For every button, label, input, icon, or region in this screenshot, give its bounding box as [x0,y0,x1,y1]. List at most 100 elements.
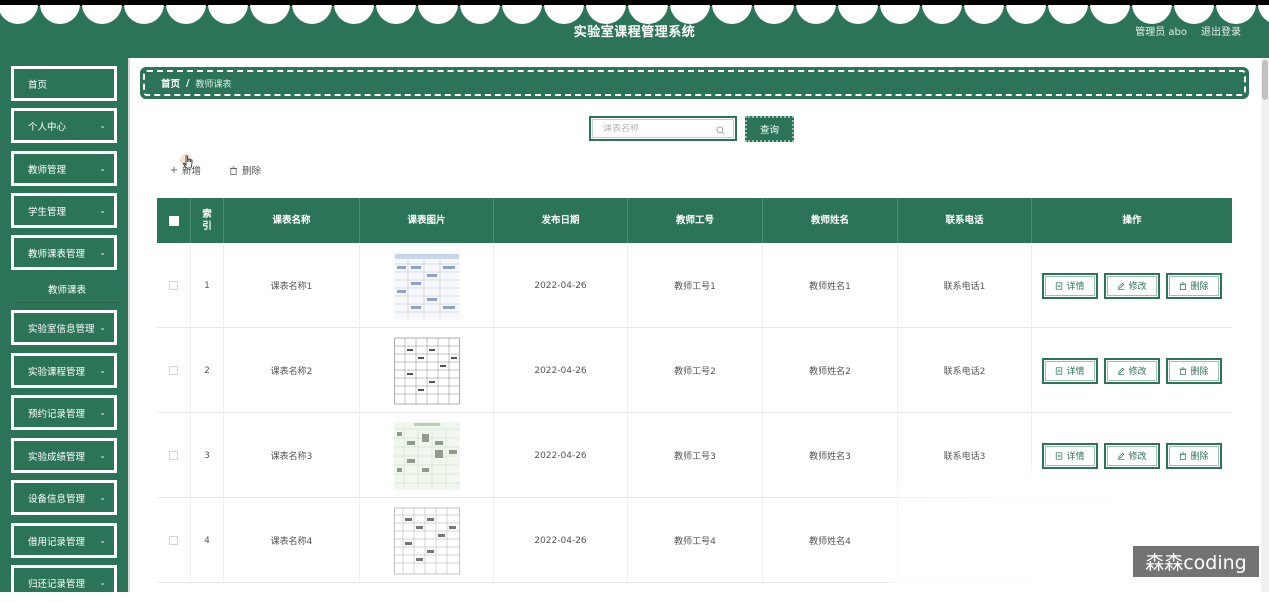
page-scrollbar-thumb[interactable] [1262,60,1268,100]
column-header-actions: 操作 [1122,214,1142,226]
sidebar-item-borrow-records[interactable]: 借用记录管理 ⌄ [11,523,117,558]
row-schedule-name: 课表名称3 [224,413,360,498]
table-header: 索引 课表名称 课表图片 发布日期 教师工号 教师姓名 联系电话 操作 [157,198,1232,243]
chevron-down-icon: ⌄ [99,408,106,417]
detail-button[interactable]: 详情 [1042,357,1098,384]
row-phone: 联系电话1 [898,243,1032,328]
edit-icon [1118,282,1125,290]
schedule-thumbnail[interactable] [393,251,460,320]
page-scrollbar[interactable] [1261,58,1269,592]
chevron-down-icon: ⌄ [99,366,106,375]
chevron-down-icon: ⌄ [99,248,106,257]
row-teacher-no: 教师工号1 [628,243,763,328]
batch-delete-button[interactable]: 删除 [229,163,261,177]
chevron-down-icon: ⌄ [99,451,106,460]
sidebar-item-label: 预约记录管理 [28,408,86,420]
schedule-thumbnail[interactable] [393,336,460,405]
chevron-down-icon: ⌄ [99,164,106,173]
detail-button-label: 详情 [1066,452,1085,462]
edit-button[interactable]: 修改 [1104,357,1160,384]
sidebar-item-label: 学生管理 [28,206,67,218]
edit-button[interactable]: 修改 [1104,442,1160,469]
detail-button-label: 详情 [1066,282,1085,292]
row-teacher-name: 教师姓名3 [763,413,898,498]
row-schedule-name: 课表名称4 [224,498,360,583]
row-checkbox[interactable] [169,366,178,375]
delete-button[interactable]: 删除 [1166,357,1222,384]
sidebar-item-student-management[interactable]: 学生管理 ⌄ [11,193,117,228]
sidebar-item-label: 教师课表 [47,285,86,296]
select-all-checkbox[interactable] [168,215,179,226]
row-schedule-name: 课表名称2 [224,328,360,413]
sidebar-item-personal-center[interactable]: 个人中心 ⌄ [11,108,117,143]
sidebar-item-teacher-management[interactable]: 教师管理 ⌄ [11,151,117,186]
row-publish-date: 2022-04-26 [494,413,628,498]
row-checkbox[interactable] [169,536,178,545]
schedule-thumbnail[interactable] [393,506,460,575]
trash-icon [1180,281,1187,290]
row-index: 1 [191,243,224,328]
sidebar-item-lab-info-management[interactable]: 实验室信息管理 ⌄ [11,310,117,345]
column-header-teacher-no: 教师工号 [628,198,763,243]
sidebar-scrollbar[interactable] [128,58,130,592]
delete-button[interactable]: 删除 [1166,272,1222,299]
top-header: 实验室课程管理系统 管理员 abo 退出登录 [0,0,1269,58]
sidebar-subitem-teacher-schedule[interactable]: 教师课表 [16,276,118,303]
column-header-teacher-name: 教师姓名 [763,198,898,243]
delete-button[interactable]: 删除 [1166,442,1222,469]
edit-icon [1118,452,1125,460]
query-button[interactable]: 查询 [745,116,794,142]
document-icon [1056,451,1063,460]
column-header-phone: 联系电话 [898,198,1032,243]
detail-button[interactable]: 详情 [1042,442,1098,469]
row-publish-date: 2022-04-26 [494,243,628,328]
search-icon [716,126,725,135]
row-checkbox[interactable] [169,451,178,460]
sidebar: 首页 个人中心 ⌄ 教师管理 ⌄ 学生管理 ⌄ 教师课表管理 ⌄ 教师课表 实验室信息管… [0,58,128,592]
watermark: 森森coding [1133,546,1259,577]
logout-link[interactable]: 退出登录 [1201,23,1241,38]
column-header-name: 课表名称 [224,198,360,243]
trash-icon [1180,366,1187,375]
sidebar-item-label: 教师管理 [28,164,67,176]
app-title: 实验室课程管理系统 [573,25,696,40]
document-icon [1056,366,1063,375]
edit-icon [1118,367,1125,375]
sidebar-item-teacher-schedule-management[interactable]: 教师课表管理 ⌄ [11,235,117,270]
row-teacher-no: 教师工号4 [628,498,763,583]
search-field[interactable] [589,116,737,141]
breadcrumb-separator: / [186,77,190,89]
sidebar-item-return-records[interactable]: 归还记录管理 ⌄ [11,565,117,592]
current-user: 管理员 abo [1135,27,1187,38]
trash-icon [1180,451,1187,460]
schedule-thumbnail[interactable] [393,421,460,490]
row-checkbox[interactable] [169,281,178,290]
sidebar-item-equipment-info[interactable]: 设备信息管理 ⌄ [11,480,117,515]
row-teacher-name: 教师姓名1 [763,243,898,328]
breadcrumb-current: 教师课表 [195,79,232,90]
row-teacher-name: 教师姓名4 [763,498,898,583]
hand-cursor-icon [180,154,193,169]
edit-button[interactable]: 修改 [1104,272,1160,299]
delete-button-label: 删除 [1190,367,1209,377]
breadcrumb-home[interactable]: 首页 [161,76,180,90]
sidebar-item-home[interactable]: 首页 [11,66,117,101]
sidebar-item-booking-records[interactable]: 预约记录管理 ⌄ [11,395,117,430]
row-teacher-no: 教师工号2 [628,328,763,413]
sidebar-item-lab-course-management[interactable]: 实验课程管理 ⌄ [11,353,117,388]
sidebar-item-label: 教师课表管理 [28,248,86,260]
chevron-down-icon: ⌄ [99,323,106,332]
chevron-down-icon: ⌄ [99,578,106,587]
search-input[interactable] [603,123,715,134]
row-teacher-name: 教师姓名2 [763,328,898,413]
table-row: 1 课表名称1 2022-04-26 教师工号1 教师姓名1 联系电话1 详情 … [157,243,1232,328]
batch-delete-label: 删除 [242,166,262,177]
chevron-down-icon: ⌄ [99,206,106,215]
edit-button-label: 修改 [1128,282,1147,292]
sidebar-item-label: 首页 [28,79,48,91]
column-header-date: 发布日期 [494,198,628,243]
sidebar-item-lab-grades[interactable]: 实验成绩管理 ⌄ [11,438,117,473]
sidebar-item-label: 归还记录管理 [28,578,86,590]
plus-icon: + [170,164,178,176]
detail-button[interactable]: 详情 [1042,272,1098,299]
